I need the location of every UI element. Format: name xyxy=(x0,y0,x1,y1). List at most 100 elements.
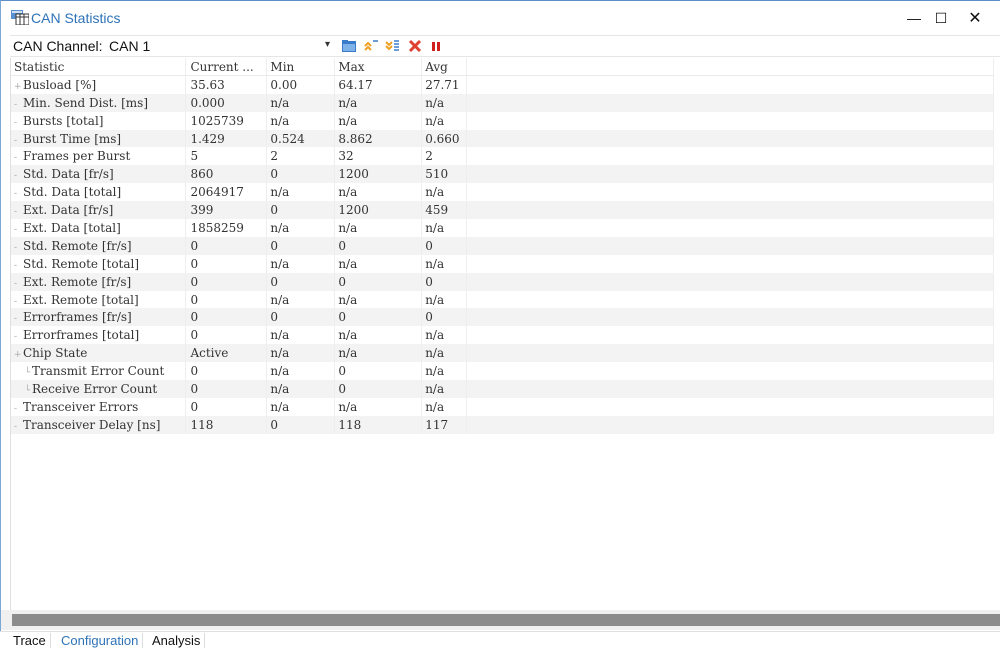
table-row[interactable]: - Ext. Remote [total] 0 n/a n/a n/a xyxy=(11,290,994,309)
statistic-current-cell: 0 xyxy=(185,326,268,345)
tab-configuration[interactable]: Configuration xyxy=(57,633,144,648)
statistic-min-cell: n/a xyxy=(266,254,336,273)
table-row[interactable]: - Std. Remote [total] 0 n/a n/a n/a xyxy=(11,254,994,273)
table-row[interactable]: +Busload [%] 35.63 0.00 64.17 27.71 xyxy=(11,75,994,94)
table-row[interactable]: - Std. Data [fr/s] 860 0 1200 510 xyxy=(11,165,994,184)
statistic-current-cell: 2064917 xyxy=(185,183,268,202)
filler-cell xyxy=(466,290,994,309)
expand-all-icon[interactable] xyxy=(384,38,400,54)
statistic-avg-cell: n/a xyxy=(421,219,468,237)
tab-analysis[interactable]: Analysis xyxy=(148,633,206,648)
table-row[interactable]: └ Receive Error Count 0 n/a 0 n/a xyxy=(11,380,994,398)
tree-line-icon: - xyxy=(14,207,18,218)
table-row[interactable]: - Errorframes [fr/s] 0 0 0 0 xyxy=(11,308,994,327)
tree-line-icon: - xyxy=(14,296,18,307)
table-row[interactable]: - Errorframes [total] 0 n/a n/a n/a xyxy=(11,326,994,345)
pause-icon[interactable] xyxy=(428,38,444,54)
close-button[interactable]: ✕ xyxy=(965,9,985,27)
table-row[interactable]: - Transceiver Delay [ns] 118 0 118 117 xyxy=(11,415,994,434)
statistic-max-cell: n/a xyxy=(334,93,423,112)
column-header-min[interactable]: Min xyxy=(266,58,336,77)
table-row[interactable]: - Std. Data [total] 2064917 n/a n/a n/a xyxy=(11,183,994,202)
reset-icon[interactable] xyxy=(407,38,423,54)
statistic-name: Std. Remote [fr/s] xyxy=(23,238,132,253)
table-row[interactable]: - Ext. Data [total] 1858259 n/a n/a n/a xyxy=(11,219,994,237)
table-row[interactable]: - Min. Send Dist. [ms] 0.000 n/a n/a n/a xyxy=(11,93,994,112)
table-row[interactable]: - Ext. Remote [fr/s] 0 0 0 0 xyxy=(11,272,994,291)
horizontal-scrollbar-thumb[interactable] xyxy=(12,614,1000,626)
statistic-current-cell: 0 xyxy=(185,290,268,309)
table-row[interactable]: +Chip State Active n/a n/a n/a xyxy=(11,344,994,363)
expand-toggle-icon[interactable]: + xyxy=(14,82,23,92)
table-row[interactable]: └ Transmit Error Count 0 n/a 0 n/a xyxy=(11,362,994,381)
statistic-name: Ext. Data [total] xyxy=(23,220,121,235)
column-header-statistic[interactable]: Statistic xyxy=(11,58,187,77)
column-header-avg[interactable]: Avg xyxy=(421,58,468,77)
statistic-name-cell: └ Receive Error Count xyxy=(11,380,187,398)
statistic-name: Errorframes [total] xyxy=(23,328,140,343)
table-row[interactable]: - Transceiver Errors 0 n/a n/a n/a xyxy=(11,397,994,416)
toolbar: CAN Channel: CAN 1 ▾ xyxy=(10,35,1000,57)
statistic-name-cell: - Transceiver Errors xyxy=(11,397,187,416)
statistic-avg-cell: n/a xyxy=(421,183,468,202)
table-header: Statistic Current ... Min Max Avg xyxy=(11,58,994,77)
statistic-name-cell: - Min. Send Dist. [ms] xyxy=(11,93,187,112)
statistic-min-cell: 2 xyxy=(266,147,336,166)
table-row[interactable]: - Bursts [total] 1025739 n/a n/a n/a xyxy=(11,111,994,130)
chevron-down-icon[interactable]: ▾ xyxy=(325,39,330,50)
filler-cell xyxy=(466,165,994,184)
can-statistics-window: CAN Statistics — ☐ ✕ CAN Channel: CAN 1 … xyxy=(0,0,1000,632)
statistic-name: Transmit Error Count xyxy=(32,364,165,379)
maximize-button[interactable]: ☐ xyxy=(931,9,951,27)
statistic-name: Ext. Remote [total] xyxy=(23,292,139,307)
statistic-max-cell: n/a xyxy=(334,254,423,273)
filler-cell xyxy=(466,219,994,237)
filler-cell xyxy=(466,111,994,130)
statistic-max-cell: 0 xyxy=(334,236,423,255)
statistic-name: Frames per Burst xyxy=(23,149,131,164)
statistic-current-cell: 0 xyxy=(185,254,268,273)
expand-toggle-icon[interactable]: + xyxy=(14,350,23,360)
collapse-all-icon[interactable] xyxy=(363,38,379,54)
table-row[interactable]: - Ext. Data [fr/s] 399 0 1200 459 xyxy=(11,201,994,220)
table-row[interactable]: - Burst Time [ms] 1.429 0.524 8.862 0.660 xyxy=(11,129,994,148)
tree-line-icon: - xyxy=(14,153,18,164)
statistic-name-cell: - Errorframes [total] xyxy=(11,326,187,345)
column-header-filler xyxy=(466,58,994,77)
statistic-name-cell: - Ext. Data [total] xyxy=(11,219,187,237)
statistic-min-cell: n/a xyxy=(266,183,336,202)
filler-cell xyxy=(466,344,994,363)
statistic-name: Std. Data [total] xyxy=(23,185,122,200)
statistic-avg-cell: 510 xyxy=(421,165,468,184)
statistic-name: Errorframes [fr/s] xyxy=(23,310,132,325)
statistic-min-cell: 0 xyxy=(266,165,336,184)
statistic-min-cell: 0 xyxy=(266,272,336,291)
statistic-current-cell: 0 xyxy=(185,236,268,255)
channel-select[interactable]: CAN 1 xyxy=(109,38,150,54)
statistic-min-cell: n/a xyxy=(266,380,336,398)
statistic-name-cell: - Ext. Data [fr/s] xyxy=(11,201,187,220)
open-folder-icon[interactable] xyxy=(341,38,357,54)
tree-line-icon: - xyxy=(14,242,18,253)
tab-trace[interactable]: Trace xyxy=(9,633,51,648)
minimize-button[interactable]: — xyxy=(904,9,924,27)
tree-line-icon: - xyxy=(14,189,18,200)
window-title: CAN Statistics xyxy=(31,10,121,26)
statistic-current-cell: 860 xyxy=(185,165,268,184)
statistic-name: Min. Send Dist. [ms] xyxy=(23,95,148,110)
tree-line-icon: - xyxy=(14,260,18,271)
statistic-current-cell: 35.63 xyxy=(185,75,268,94)
statistic-avg-cell: 117 xyxy=(421,415,468,434)
statistic-min-cell: n/a xyxy=(266,290,336,309)
table-row[interactable]: - Std. Remote [fr/s] 0 0 0 0 xyxy=(11,236,994,255)
statistic-min-cell: n/a xyxy=(266,219,336,237)
column-header-max[interactable]: Max xyxy=(334,58,423,77)
statistic-min-cell: 0 xyxy=(266,201,336,220)
table-row[interactable]: - Frames per Burst 5 2 32 2 xyxy=(11,147,994,166)
statistic-name-cell: - Std. Remote [fr/s] xyxy=(11,236,187,255)
statistic-name: Receive Error Count xyxy=(32,381,158,396)
statistic-name: Std. Data [fr/s] xyxy=(23,167,114,182)
statistics-grid: Statistic Current ... Min Max Avg +Buslo… xyxy=(10,58,994,611)
filler-cell xyxy=(466,201,994,220)
column-header-current[interactable]: Current ... xyxy=(185,58,268,77)
